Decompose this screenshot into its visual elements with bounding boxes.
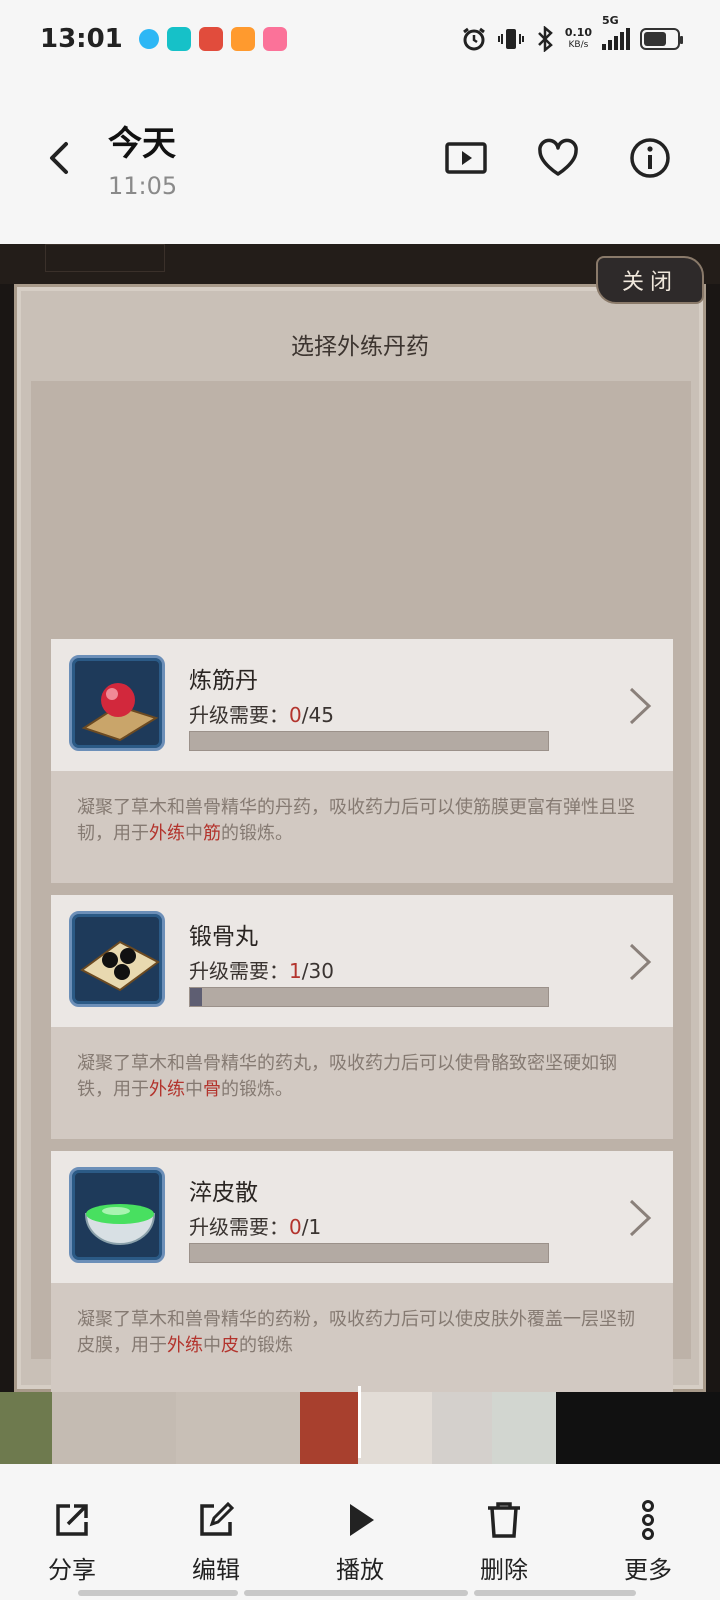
- progress-bar: [189, 731, 549, 751]
- bottom-toolbar: 分享 编辑 播放 删除 更多: [0, 1464, 720, 1600]
- item-description: 凝聚了草木和兽骨精华的药丸，吸收药力后可以使骨骼致密坚硬如钢铁，用于外练中骨的锻…: [51, 1027, 673, 1139]
- desc-highlight: 皮: [221, 1335, 239, 1356]
- edit-label: 编辑: [192, 1556, 240, 1584]
- taptap-icon: [166, 27, 191, 51]
- desc-highlight: 骨: [203, 1079, 221, 1100]
- chevron-right-icon[interactable]: [625, 685, 655, 727]
- thumbnail[interactable]: [52, 1392, 176, 1464]
- thumbnail-selection-indicator: [358, 1386, 361, 1458]
- thumbnail[interactable]: [492, 1392, 556, 1464]
- red-pill-icon: [69, 655, 165, 751]
- item-requirement: 升级需要：0/1: [189, 1211, 321, 1240]
- close-button[interactable]: 关闭: [596, 256, 704, 304]
- pill-item-card[interactable]: 炼筋丹 升级需要：0/45: [51, 639, 673, 771]
- bluetooth-icon: [537, 26, 553, 52]
- requirement-total: /30: [301, 959, 334, 983]
- status-bar: 13:01 0.10 KB/s 5G: [0, 0, 720, 78]
- black-pills-icon: [69, 911, 165, 1007]
- desc-text: 的锻炼。: [221, 823, 293, 844]
- desc-highlight: 筋: [203, 823, 221, 844]
- thumbnail[interactable]: [556, 1392, 720, 1464]
- status-time: 13:01: [40, 24, 123, 54]
- game-background-button: [45, 244, 165, 272]
- game-icon: [198, 27, 223, 51]
- play-button[interactable]: 播放: [312, 1464, 408, 1600]
- net-speed-value: 0.10: [564, 26, 592, 39]
- requirement-current: 0: [289, 1215, 302, 1239]
- panel-title: 选择外练丹药: [291, 334, 429, 360]
- net-speed: 0.10 KB/s: [565, 27, 592, 51]
- share-button[interactable]: 分享: [24, 1464, 120, 1600]
- requirement-total: /45: [301, 703, 334, 727]
- desc-text: 凝聚了草木和兽骨精华的药粉，吸收药力后可以使皮肤外覆盖一层坚韧皮膜，用于: [77, 1309, 635, 1356]
- play-label: 播放: [336, 1556, 384, 1584]
- thumbnail[interactable]: [358, 1392, 432, 1464]
- desc-text: 中: [203, 1335, 221, 1356]
- back-button[interactable]: [40, 138, 80, 178]
- requirement-current: 0: [289, 703, 302, 727]
- delete-button[interactable]: 删除: [456, 1464, 552, 1600]
- trash-icon: [488, 1502, 520, 1538]
- edit-icon: [200, 1501, 235, 1536]
- requirement-label: 升级需要：: [189, 1215, 289, 1239]
- viewer-header: 今天 11:05: [0, 100, 720, 220]
- item-name: 淬皮散: [189, 1180, 258, 1206]
- more-icon: [642, 1500, 654, 1540]
- network-type: 5G: [602, 14, 619, 27]
- more-button[interactable]: 更多: [600, 1464, 696, 1600]
- play-icon: [350, 1504, 374, 1536]
- thumbnail[interactable]: [432, 1392, 492, 1464]
- signal-icon: [602, 28, 630, 50]
- item-description: 凝聚了草木和兽骨精华的丹药，吸收药力后可以使筋膜更富有弹性且坚韧，用于外练中筋的…: [51, 771, 673, 883]
- net-speed-unit: KB/s: [568, 40, 589, 50]
- progress-bar: [189, 1243, 549, 1263]
- item-requirement: 升级需要：0/45: [189, 699, 334, 728]
- thumbnail[interactable]: [0, 1392, 52, 1464]
- requirement-current: 1: [289, 959, 302, 983]
- requirement-label: 升级需要：: [189, 959, 289, 983]
- battery-icon: [640, 28, 683, 50]
- page-title: 今天: [108, 124, 176, 164]
- desc-highlight: 外练: [167, 1335, 203, 1356]
- item-name: 炼筋丹: [189, 668, 258, 694]
- gesture-bar: [78, 1590, 640, 1596]
- more-label: 更多: [624, 1556, 672, 1584]
- edit-button[interactable]: 编辑: [168, 1464, 264, 1600]
- photo-time: 11:05: [108, 172, 178, 200]
- chevron-right-icon[interactable]: [625, 1197, 655, 1239]
- green-powder-bowl-icon: [69, 1167, 165, 1263]
- share-icon: [56, 1504, 88, 1536]
- favorite-button[interactable]: [536, 136, 580, 180]
- desc-text: 的锻炼。: [221, 1079, 293, 1100]
- progress-bar: [189, 987, 549, 1007]
- thumbnail[interactable]: [300, 1392, 358, 1464]
- item-requirement: 升级需要：1/30: [189, 955, 334, 984]
- desc-text: 中: [185, 1079, 203, 1100]
- desc-text: 的锻炼: [239, 1335, 293, 1356]
- share-label: 分享: [48, 1556, 96, 1584]
- chevron-right-icon[interactable]: [625, 941, 655, 983]
- qq-icon: [138, 29, 159, 49]
- desc-highlight: 外练: [149, 823, 185, 844]
- video-icon: [230, 27, 255, 51]
- thumbnail[interactable]: [176, 1392, 300, 1464]
- status-app-icons: [138, 27, 287, 51]
- pill-item-card[interactable]: 锻骨丸 升级需要：1/30: [51, 895, 673, 1027]
- pill-item-card[interactable]: 淬皮散 升级需要：0/1: [51, 1151, 673, 1283]
- bilibili-icon: [262, 27, 287, 51]
- vibrate-icon: [497, 29, 524, 49]
- info-button[interactable]: [628, 136, 672, 180]
- desc-text: 中: [185, 823, 203, 844]
- item-name: 锻骨丸: [189, 924, 258, 950]
- requirement-total: /1: [301, 1215, 322, 1239]
- pill-select-panel: 选择外练丹药 炼筋丹 升级需要：0/45 凝聚了草木和兽骨精华的丹药，吸收药力后…: [14, 284, 706, 1392]
- delete-label: 删除: [480, 1556, 528, 1584]
- item-description: 凝聚了草木和兽骨精华的药粉，吸收药力后可以使皮肤外覆盖一层坚韧皮膜，用于外练中皮…: [51, 1283, 673, 1392]
- progress-fill: [190, 988, 202, 1006]
- requirement-label: 升级需要：: [189, 703, 289, 727]
- slideshow-button[interactable]: [444, 136, 488, 180]
- desc-highlight: 外练: [149, 1079, 185, 1100]
- photo-view[interactable]: 选择外练丹药 炼筋丹 升级需要：0/45 凝聚了草木和兽骨精华的丹药，吸收药力后…: [0, 244, 720, 1392]
- alarm-icon: [462, 27, 485, 51]
